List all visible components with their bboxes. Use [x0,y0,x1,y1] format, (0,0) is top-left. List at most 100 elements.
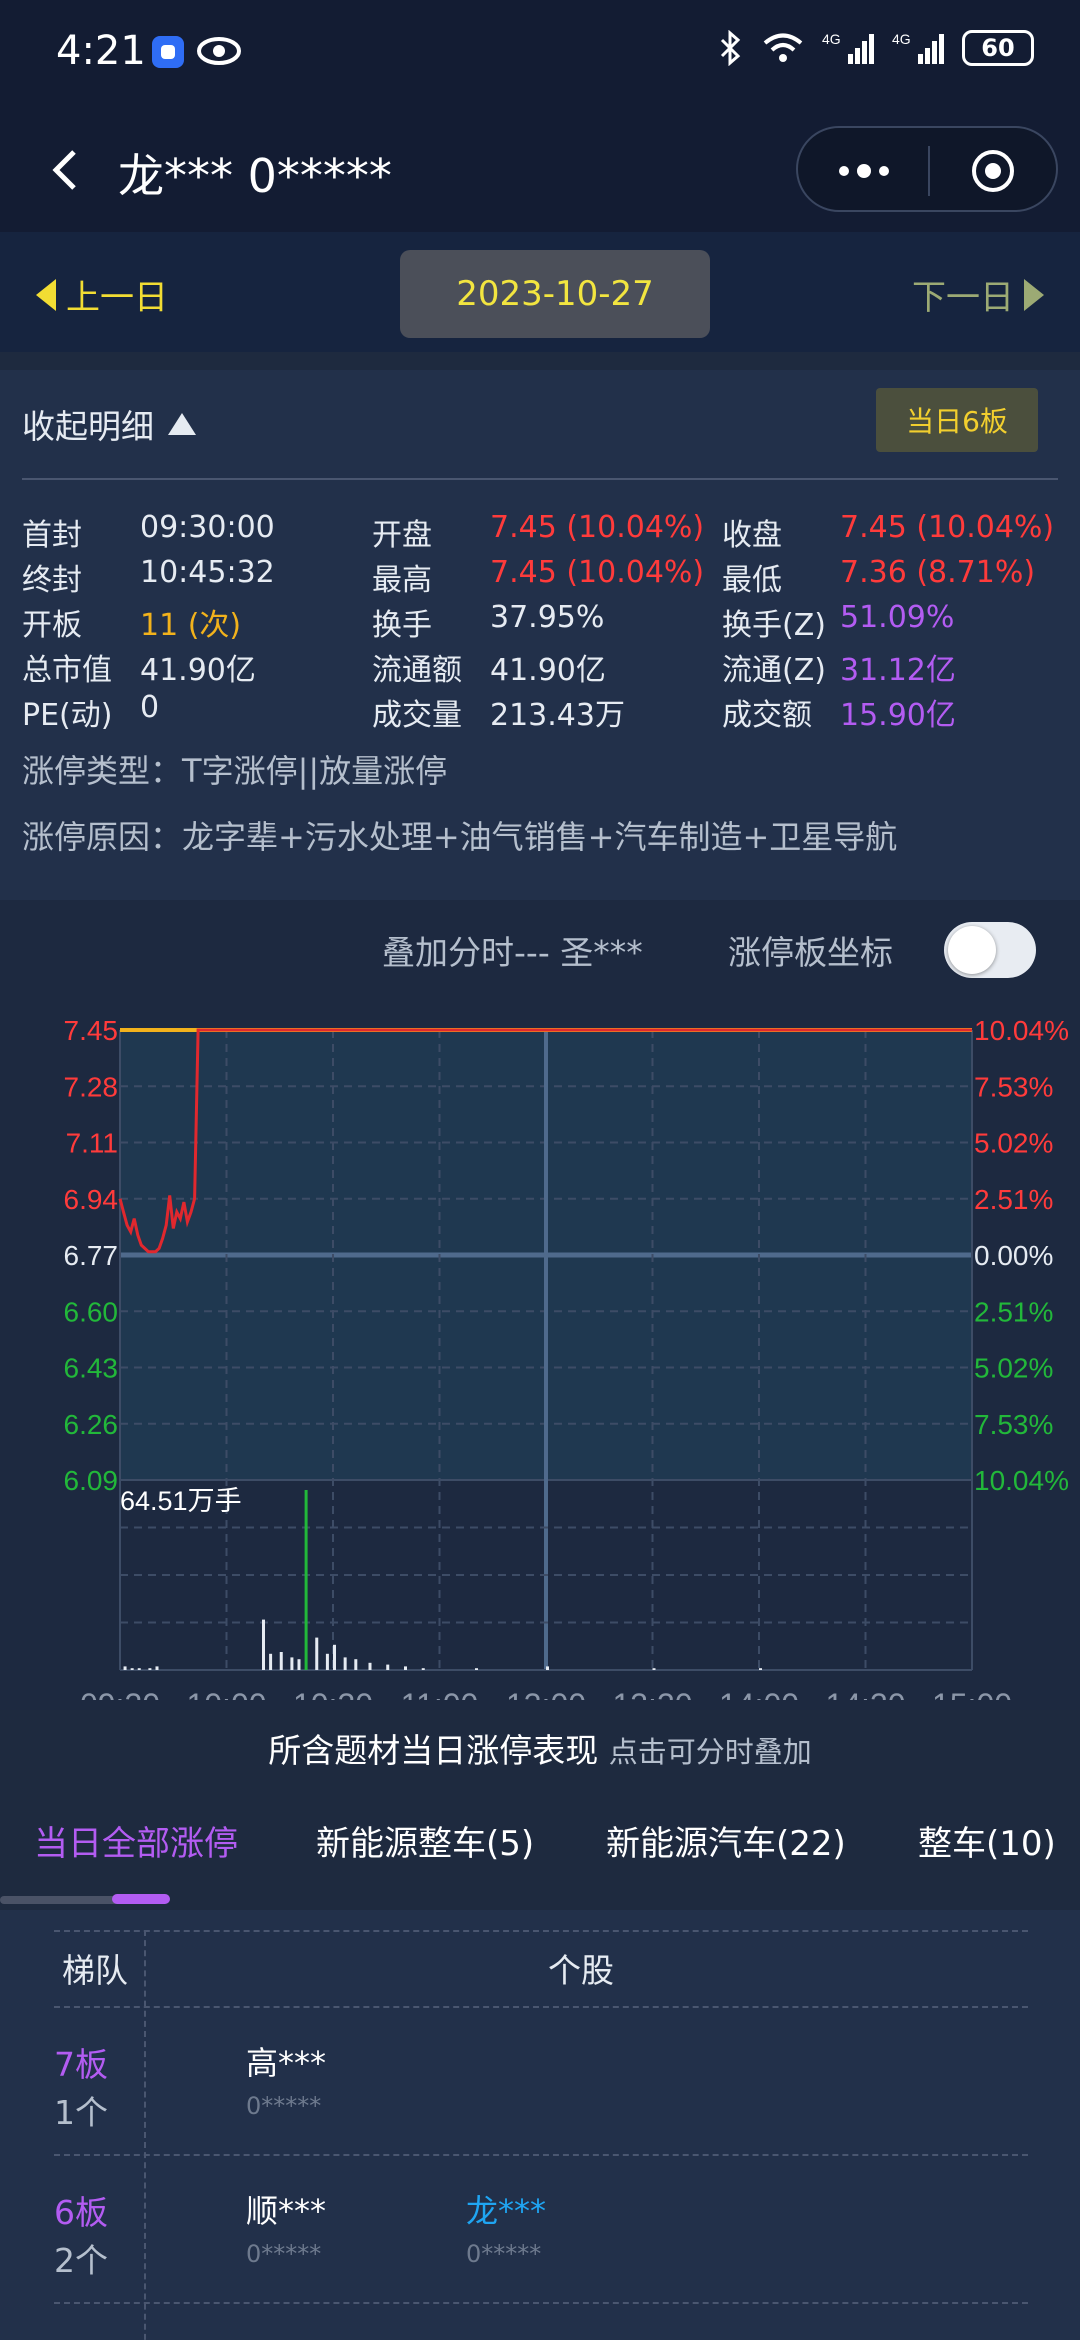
stat-cell: 最高 7.45 (10.04%) [372,555,722,600]
volume-bar [130,1668,134,1670]
stat-row: 开板 11 (次) 换手 37.95% 换手(Z) 51.09% [22,600,1072,645]
stat-value: 7.45 (10.04%) [490,510,705,545]
stat-label: 流通(Z) [722,653,826,688]
stock-code: 0***** [246,2092,322,2120]
capsule-divider [928,146,930,196]
battery-level: 60 [981,34,1015,62]
tab-scroll-indicator [112,1894,170,1904]
volume-max-label: 64.51万手 [120,1486,242,1516]
y-tick-right: 7.53% [974,1409,1053,1440]
theme-tab[interactable]: 新能源整车(5) [316,1816,534,1865]
y-tick-right: 10.04% [974,1015,1069,1046]
stat-label: 最高 [372,563,432,598]
triangle-right-icon [1024,278,1044,311]
stat-cell: 流通额 41.90亿 [372,645,722,690]
ladder-divider [54,2302,1028,2304]
theme-hint: 点击可分时叠加 [608,1735,812,1769]
tier-count: 2个 [54,2241,108,2280]
stat-label: 最低 [722,563,782,598]
x-tick: 09:30 [80,1687,160,1700]
volume-bar [137,1668,141,1670]
stat-cell: 流通(Z) 31.12亿 [722,645,1072,690]
y-tick-right: 2.51% [974,1184,1053,1215]
stock-code: 0***** [246,2240,322,2268]
ladder-divider [54,1930,1028,1932]
stat-value: 37.95% [490,600,605,635]
stock-name[interactable]: 龙*** [466,2186,546,2232]
y-tick-left: 6.77 [64,1240,119,1271]
x-tick: 15:00 [932,1687,1012,1700]
mini-program-capsule [796,126,1058,212]
limit-reason-label: 涨停原因： [22,818,183,856]
app-notification-icon [152,36,184,68]
volume-bar [123,1666,127,1670]
stat-label: 换手 [372,608,432,643]
status-time: 4:21 [56,28,146,74]
signal-4g-icon: 4G [892,31,944,64]
y-tick-left: 7.11 [66,1128,118,1159]
stat-cell: 开盘 7.45 (10.04%) [372,510,722,555]
theme-tab[interactable]: 当日全部涨停 [34,1816,238,1865]
volume-bar [304,1490,308,1670]
status-bar: 4:21 4G 4G 60 [0,0,1080,110]
prev-day-button[interactable]: 上一日 [36,270,168,319]
theme-tab[interactable]: 新能源汽车(22) [606,1816,846,1865]
y-tick-right: 10.04% [974,1465,1069,1496]
stat-cell: 成交额 15.90亿 [722,690,1072,735]
tier-count: 1个 [54,2093,108,2132]
date-navigation: 上一日 2023-10-27 下一日 [0,232,1080,352]
overlay-selector[interactable]: 叠加分时--- 圣*** [382,926,643,974]
limit-coord-toggle[interactable] [944,922,1036,978]
volume-bar [148,1668,152,1670]
collapse-detail-button[interactable]: 收起明细 [22,400,196,448]
next-day-label: 下一日 [912,278,1014,318]
signal-4g-icon: 4G [822,31,874,64]
stock-name[interactable]: 高*** [246,2038,326,2084]
volume-bar [315,1637,319,1670]
stat-cell: 换手(Z) 51.09% [722,600,1072,645]
divider [22,478,1058,480]
volume-bar [354,1659,358,1670]
volume-bar [269,1653,273,1670]
volume-bar [333,1644,336,1670]
more-icon[interactable] [834,156,894,186]
ladder-col-tier: 梯队 [62,1951,128,1990]
volume-bar [404,1666,407,1670]
stat-value: 51.09% [840,600,955,635]
stat-row: PE(动) 0 成交量 213.43万 成交额 15.90亿 [22,690,1072,735]
y-tick-left: 7.28 [64,1071,119,1102]
volume-bar [155,1666,159,1670]
ladder-col-stocks: 个股 [548,1951,614,1990]
stat-value: 7.36 (8.71%) [840,555,1036,590]
stat-value: 213.43万 [490,698,625,733]
y-tick-right: 5.02% [974,1353,1053,1384]
theme-tab[interactable]: 整车(10) [918,1816,1056,1865]
x-tick: 13:00 [506,1687,586,1700]
y-tick-left: 7.45 [64,1015,119,1046]
battery-indicator: 60 [962,30,1034,66]
prev-day-label: 上一日 [66,278,168,318]
stat-cell: 成交量 213.43万 [372,690,722,735]
close-target-icon[interactable] [970,148,1016,194]
nav-header: 龙*** 0***** [0,110,1080,232]
stock-name[interactable]: 顺*** [246,2186,326,2232]
stat-label: 换手(Z) [722,608,826,643]
stat-value: 41.90亿 [140,653,256,688]
x-tick: 14:00 [719,1687,799,1700]
limit-type-line: 涨停类型：T字涨停||放量涨停 [22,746,447,792]
theme-section-title: 所含题材当日涨停表现 点击可分时叠加 [0,1724,1080,1772]
volume-bar [475,1668,478,1670]
volume-bar [262,1619,265,1670]
intraday-chart[interactable]: 7.45 10.04% 7.28 7.53% 7.11 5.02% 6.94 2.51% 6.7… [0,1000,1080,1700]
stat-cell: 收盘 7.45 (10.04%) [722,510,1072,555]
back-arrow-icon[interactable] [42,146,90,194]
board-count-badge: 当日6板 [876,388,1038,452]
stock-code: 0***** [466,2240,542,2268]
stat-label: 首封 [22,518,82,553]
y-tick-right: 2.51% [974,1296,1053,1327]
date-picker[interactable]: 2023-10-27 [400,250,710,338]
next-day-button[interactable]: 下一日 [912,270,1044,319]
y-tick-right: 0.00% [974,1240,1053,1271]
y-tick-left: 6.09 [64,1465,119,1496]
ladder-divider [54,2006,1028,2008]
